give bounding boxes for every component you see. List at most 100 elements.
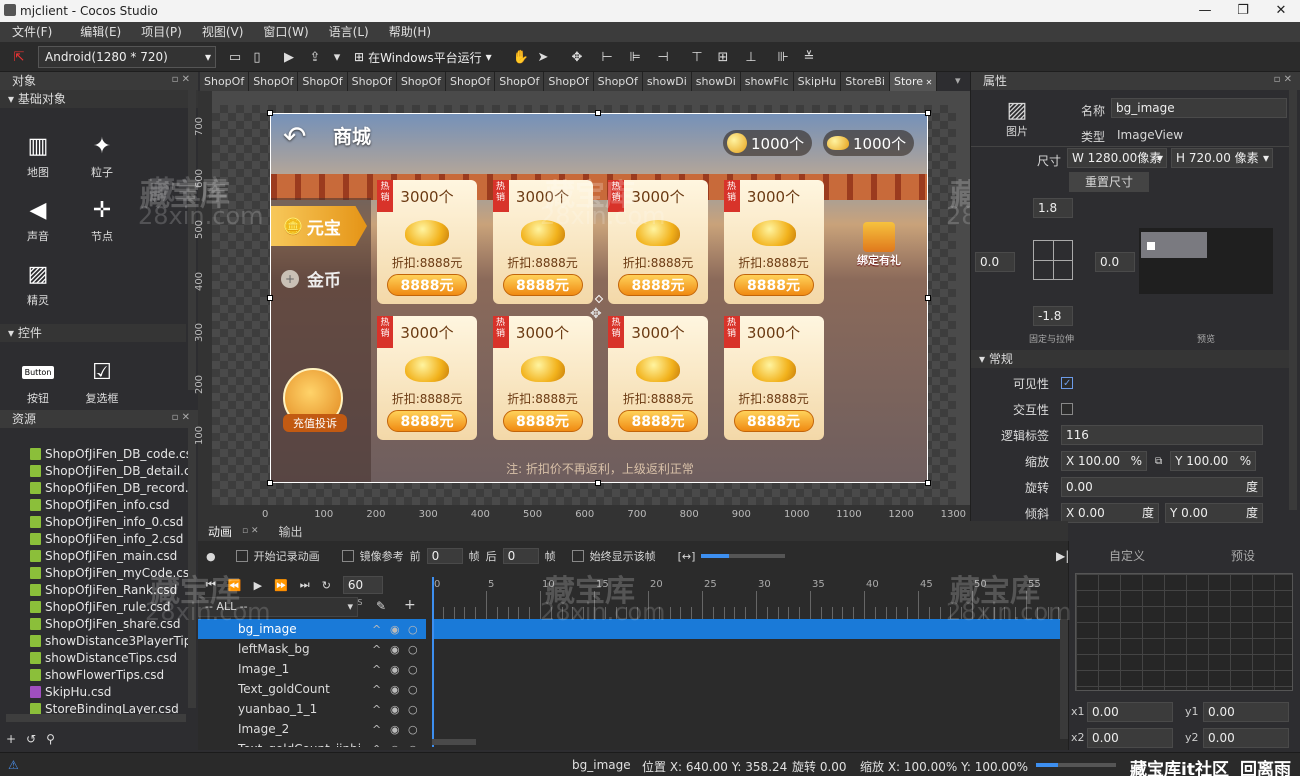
select-tool-icon[interactable]: ➤ bbox=[532, 46, 554, 68]
properties-scrollbar[interactable] bbox=[1289, 90, 1297, 510]
lock-icon[interactable]: ^ bbox=[372, 623, 381, 636]
circle-icon[interactable]: ○ bbox=[408, 663, 418, 676]
distribute-h-icon[interactable]: ⊪ bbox=[772, 46, 794, 68]
document-tab[interactable]: showDi bbox=[691, 72, 741, 91]
add-icon[interactable]: + bbox=[404, 597, 416, 613]
product-card[interactable]: 热销 3000个 折扣:8888元 8888元 bbox=[723, 316, 824, 440]
width-input[interactable]: W 1280.00像素 ▾ bbox=[1067, 148, 1167, 168]
object-sound[interactable]: ◀ 声音 bbox=[6, 192, 70, 244]
resource-file[interactable]: ShopOfJiFen_info_2.csd bbox=[0, 531, 188, 548]
document-tab[interactable]: ShopOf bbox=[495, 72, 545, 91]
add-resource-icon[interactable]: + bbox=[6, 732, 16, 746]
document-tab[interactable]: SkipHu bbox=[793, 72, 842, 91]
record-checkbox[interactable] bbox=[235, 550, 248, 562]
lock-icon[interactable]: ^ bbox=[372, 743, 381, 748]
lock-icon[interactable]: ^ bbox=[372, 723, 381, 736]
close-button[interactable]: ✕ bbox=[1262, 0, 1300, 22]
resize-handle[interactable] bbox=[925, 480, 931, 486]
anchor-top-input[interactable]: 1.8 bbox=[1033, 198, 1073, 218]
anchor-bottom-input[interactable]: -1.8 bbox=[1033, 306, 1073, 326]
object-node[interactable]: ✛ 节点 bbox=[70, 192, 134, 244]
circle-icon[interactable]: ○ bbox=[408, 623, 418, 636]
eye-icon[interactable]: ◉ bbox=[390, 643, 400, 656]
product-card[interactable]: 热销 3000个 折扣:8888元 8888元 bbox=[377, 180, 477, 304]
anchor-widget[interactable] bbox=[1033, 240, 1073, 280]
product-card[interactable]: 热销 3000个 折扣:8888元 8888元 bbox=[608, 316, 708, 440]
document-tab[interactable]: ShopOf bbox=[446, 72, 496, 91]
circle-icon[interactable]: ○ bbox=[408, 703, 418, 716]
resource-file[interactable]: showDistance3PlayerTips.c bbox=[0, 633, 188, 650]
general-section[interactable]: ▾ 常规 bbox=[971, 350, 1289, 368]
tab-jinbi[interactable]: + 金币 bbox=[281, 266, 341, 291]
resource-file[interactable]: ShopOfJiFen_main.csd bbox=[0, 548, 188, 565]
object-particle[interactable]: ✦ 粒子 bbox=[70, 128, 134, 180]
reset-size-button[interactable]: 重置尺寸 bbox=[1069, 172, 1149, 192]
align-middle-icon[interactable]: ⊞ bbox=[712, 46, 734, 68]
publish-dropdown-icon[interactable]: ▾ bbox=[326, 46, 348, 68]
fit-icon[interactable]: [↔] bbox=[678, 550, 696, 563]
warning-icon[interactable]: ⚠ bbox=[8, 758, 19, 772]
back-arrow-icon[interactable]: ↶ bbox=[283, 120, 306, 153]
maximize-button[interactable]: ❐ bbox=[1224, 0, 1262, 22]
product-card[interactable]: 热销 3000个 折扣:8888元 8888元 bbox=[492, 316, 593, 440]
timeline-node-row[interactable]: Image_1 ^ ◉ ○ bbox=[198, 659, 426, 679]
menu-edit[interactable]: 编辑(E) bbox=[62, 22, 131, 42]
product-card[interactable]: 热销 3000个 折扣:8888元 8888元 bbox=[723, 180, 824, 304]
keyframe-icon[interactable]: ● bbox=[206, 550, 216, 563]
timeline-node-row[interactable]: Text_goldCount_jinbi ^ ◉ ○ bbox=[198, 739, 426, 747]
hand-tool-icon[interactable]: ✋ bbox=[510, 46, 532, 68]
menu-view[interactable]: 视图(V) bbox=[192, 22, 254, 42]
document-tab[interactable]: ShopOf bbox=[396, 72, 447, 91]
complaint-button[interactable]: 充值投诉 bbox=[283, 368, 347, 432]
menu-project[interactable]: 项目(P) bbox=[131, 22, 192, 42]
resource-file[interactable]: SkipHu.csd bbox=[0, 684, 188, 701]
object-sprite[interactable]: ▨ 精灵 bbox=[6, 256, 70, 308]
search-icon[interactable]: ⚲ bbox=[46, 732, 55, 746]
align-center-icon[interactable]: ⊫ bbox=[624, 46, 646, 68]
circle-icon[interactable]: ○ bbox=[408, 643, 418, 656]
scale-x-input[interactable]: X 100.00% bbox=[1061, 451, 1147, 471]
resize-handle[interactable] bbox=[267, 480, 273, 486]
buy-button[interactable]: 8888元 bbox=[733, 274, 814, 296]
panel-options-icon[interactable]: ▫ ✕ bbox=[172, 412, 190, 423]
align-right-icon[interactable]: ⊣ bbox=[652, 46, 674, 68]
resource-file[interactable]: ShopOfJiFen_DB_record.csd bbox=[0, 480, 188, 497]
y1-input[interactable]: 0.00 bbox=[1203, 702, 1289, 722]
resource-file[interactable]: showFlowerTips.csd bbox=[0, 667, 188, 684]
buy-button[interactable]: 8888元 bbox=[502, 410, 583, 432]
resize-handle[interactable] bbox=[925, 295, 931, 301]
move-gizmo-icon[interactable]: ✥ bbox=[590, 306, 602, 322]
align-bottom-icon[interactable]: ⊥ bbox=[740, 46, 762, 68]
fps-input[interactable]: 60 FPS bbox=[342, 576, 383, 607]
document-tab[interactable]: ShopOf bbox=[593, 72, 643, 91]
object-map[interactable]: ▥ 地图 bbox=[6, 128, 70, 180]
interactive-checkbox[interactable] bbox=[1061, 403, 1073, 415]
resolution-select[interactable]: Android(1280 * 720) ▾ bbox=[38, 46, 216, 68]
resize-handle[interactable] bbox=[267, 295, 273, 301]
buy-button[interactable]: 8888元 bbox=[618, 274, 698, 296]
play-icon[interactable]: ▶ bbox=[278, 46, 300, 68]
resource-file[interactable]: ShopOfJiFen_info_0.csd bbox=[0, 514, 188, 531]
timeline-node-row[interactable]: Text_goldCount ^ ◉ ○ bbox=[198, 679, 426, 699]
playhead[interactable] bbox=[432, 577, 434, 747]
document-tab[interactable]: ShopOf bbox=[298, 72, 348, 91]
buy-button[interactable]: 8888元 bbox=[618, 410, 698, 432]
menu-file[interactable]: 文件(F) bbox=[2, 22, 62, 42]
eye-icon[interactable]: ◉ bbox=[390, 743, 400, 748]
visible-checkbox[interactable]: ✓ bbox=[1061, 377, 1073, 389]
link-icon[interactable]: ⧉ bbox=[1155, 456, 1162, 467]
skew-y-input[interactable]: Y 0.00 度 bbox=[1165, 503, 1263, 523]
rotation-input[interactable]: 0.00 度 bbox=[1061, 477, 1263, 497]
tab-custom[interactable]: 自定义 bbox=[1069, 547, 1185, 564]
tab-preset[interactable]: 预设 bbox=[1185, 547, 1300, 564]
document-tab[interactable]: ShopOf bbox=[249, 72, 299, 91]
mirror-checkbox[interactable] bbox=[341, 550, 354, 562]
buy-button[interactable]: 8888元 bbox=[387, 410, 467, 432]
align-left-icon[interactable]: ⊢ bbox=[596, 46, 618, 68]
lock-icon[interactable]: ^ bbox=[372, 663, 381, 676]
resize-handle[interactable] bbox=[925, 110, 931, 116]
height-input[interactable]: H 720.00 像素 ▾ bbox=[1171, 148, 1273, 168]
resource-file[interactable]: ShopOfJiFen_DB_code.csd bbox=[0, 446, 188, 463]
document-tab[interactable]: ShopOf bbox=[347, 72, 397, 91]
document-tab[interactable]: showDi bbox=[642, 72, 692, 91]
